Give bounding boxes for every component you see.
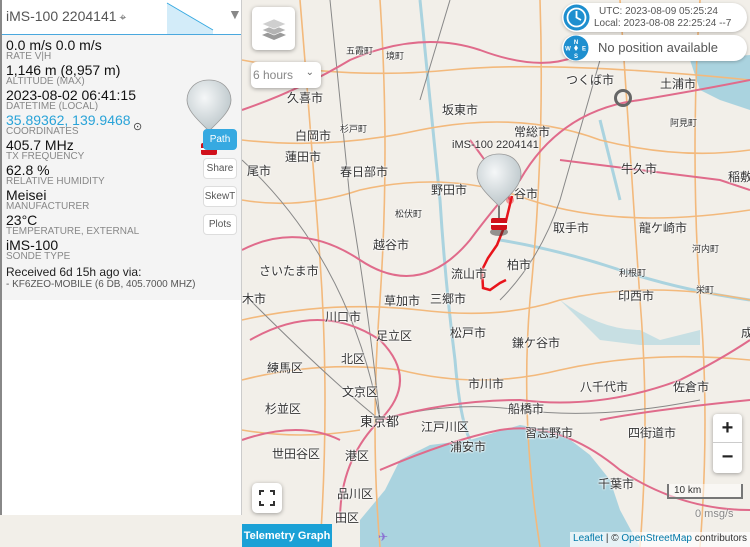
compass-icon: N S W E (563, 35, 589, 61)
attribution-separator: | © (603, 533, 622, 544)
crosshair-icon[interactable]: ⌖ (120, 10, 127, 24)
sonde-title-text: iMS-100 2204141 (6, 8, 117, 24)
app-root: ✈ 五霞町 境町 久喜市 坂東市 白岡市 杉戸町 常総市 蓮田市 尾市 春日部市 野田市 谷市 松伏町越… (0, 0, 750, 547)
zoom-in-button[interactable]: + (713, 414, 742, 443)
sonde-title: iMS-100 2204141 ⌖ (6, 8, 126, 25)
svg-text:E: E (582, 47, 586, 53)
position-display[interactable]: N S W E No position available (562, 35, 747, 61)
time-window-value: 6 hours (253, 68, 294, 82)
chevron-down-icon: ⌄ (305, 67, 314, 78)
zoom-control: + − (713, 414, 742, 473)
field-label: SONDE TYPE (6, 251, 71, 262)
svg-text:S: S (574, 54, 578, 60)
field-label: RATE V|H (6, 51, 52, 62)
message-rate: 0 msg/s (695, 508, 734, 520)
clock-display: UTC: 2023-08-09 05:25:24 Local: 2023-08-… (562, 3, 747, 32)
payload-stripe (491, 223, 507, 225)
skewt-button[interactable]: SkewT (203, 186, 237, 207)
osm-link[interactable]: OpenStreetMap (621, 533, 692, 544)
collapse-arrow-icon[interactable]: ▼ (228, 6, 242, 22)
fullscreen-button[interactable] (252, 483, 282, 513)
layers-button[interactable] (252, 7, 295, 50)
fullscreen-icon (259, 490, 275, 506)
airport-icon: ✈ (378, 530, 388, 544)
field-label: RELATIVE HUMIDITY (6, 176, 105, 187)
sonde-map-label: iMS-100 2204141 (452, 139, 539, 151)
time-window-select[interactable]: 6 hours ⌄ (251, 62, 321, 88)
clock-icon (563, 4, 590, 31)
utc-time: UTC: 2023-08-09 05:25:24 (599, 6, 718, 17)
telemetry-field: iMS-100 SONDE TYPE (6, 238, 237, 262)
position-status: No position available (598, 40, 718, 55)
leaflet-link[interactable]: Leaflet (573, 533, 603, 544)
sonde-info-panel: iMS-100 2204141 ⌖ ▼ 0.0 m/s 0.0 m/s RATE V… (0, 0, 242, 515)
path-button[interactable]: Path (203, 129, 237, 150)
zoom-out-button[interactable]: − (713, 443, 742, 472)
balloon-icon (476, 153, 522, 207)
attribution-suffix: contributors (691, 533, 747, 544)
telemetry-graph-button[interactable]: Telemetry Graph (242, 524, 332, 547)
received-source: - KF6ZEO-MOBILE (6 DB, 405.7000 MHZ) (6, 279, 196, 290)
plots-button[interactable]: Plots (203, 214, 237, 235)
scale-bar: 10 km (667, 484, 743, 499)
svg-text:W: W (565, 47, 571, 53)
locate-icon[interactable]: ⊙ (133, 122, 142, 133)
share-button[interactable]: Share (203, 158, 237, 179)
telemetry-field: 0.0 m/s 0.0 m/s RATE V|H (6, 38, 237, 62)
receiver-location-marker[interactable] (614, 89, 632, 107)
sonde-marker[interactable] (475, 152, 535, 252)
local-time: Local: 2023-08-08 22:25:24 --7 (594, 18, 732, 29)
altitude-sparkline (166, 2, 214, 34)
received-info: Received 6d 15h ago via: (6, 265, 142, 279)
panel-header[interactable]: iMS-100 2204141 ⌖ ▼ (2, 0, 242, 35)
layers-icon (260, 18, 287, 40)
map-attribution: Leaflet | © OpenStreetMap contributors (570, 532, 750, 547)
